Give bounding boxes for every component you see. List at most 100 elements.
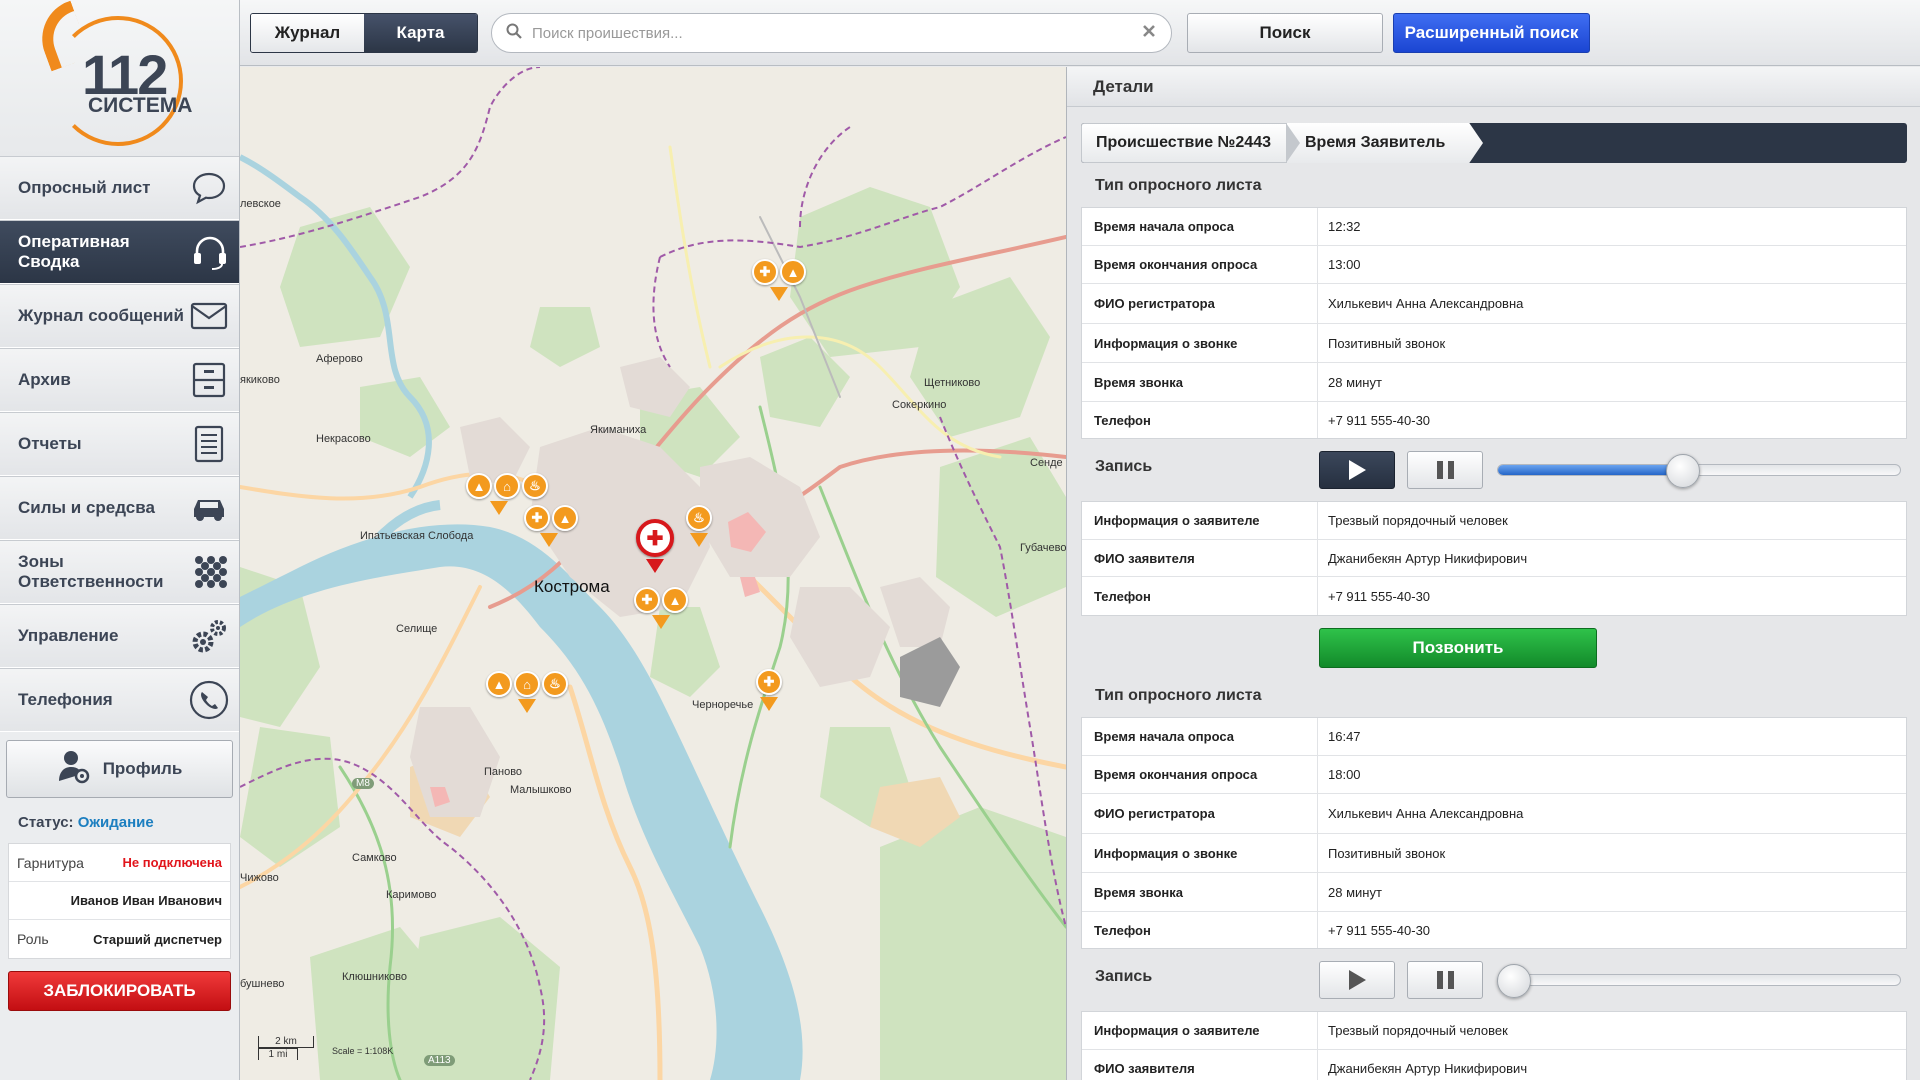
map-place: Ипатьевская Слобода — [360, 530, 474, 542]
nav-item-telephony[interactable]: Телефония — [0, 668, 239, 732]
police-icon: ▲ — [552, 505, 578, 531]
incident-marker-group[interactable]: ✚ ▲ — [524, 505, 578, 531]
table-row: Информация о звонке Позитивный звонок — [1082, 834, 1906, 873]
medical-icon: ✚ — [752, 259, 778, 285]
incident-marker-group[interactable]: ▲ ⌂ ♨ — [466, 473, 548, 499]
map-view[interactable]: левское Аферово якиково Некрасово Якиман… — [240, 67, 1066, 1080]
lock-button[interactable]: ЗАБЛОКИРОВАТЬ — [8, 971, 231, 1011]
view-toggle: Журнал Карта — [250, 13, 478, 53]
incident-marker[interactable]: ♨ — [686, 505, 712, 531]
survey-table: Время начала опроса 12:32 Время окончания… — [1081, 207, 1907, 439]
incident-marker-group[interactable]: ▲ ⌂ ♨ — [486, 671, 568, 697]
nav-item-summary[interactable]: Оперативная Сводка — [0, 220, 239, 284]
pause-icon — [1436, 461, 1443, 479]
incident-marker[interactable]: ✚ — [756, 669, 782, 695]
row-value: +7 911 555-40-30 — [1328, 588, 1431, 604]
tab-journal[interactable]: Журнал — [251, 14, 364, 52]
map-place: Сокеркино — [892, 399, 947, 411]
incident-marker-group[interactable]: ✚ ▲ — [752, 259, 806, 285]
nav-item-reports[interactable]: Отчеты — [0, 412, 239, 476]
medical-icon: ✚ — [524, 505, 550, 531]
row-key: Телефон — [1082, 402, 1318, 438]
table-row: Телефон +7 911 555-40-30 — [1082, 912, 1906, 948]
phone-icon — [189, 680, 229, 720]
tab-map[interactable]: Карта — [364, 14, 477, 52]
call-button[interactable]: Позвонить — [1319, 628, 1597, 668]
nav-label: Архив — [18, 370, 71, 389]
record-player: Запись — [1081, 955, 1907, 1003]
map-canvas — [240, 67, 1066, 1080]
record-progress-knob[interactable] — [1665, 454, 1700, 488]
profile-label: Профиль — [102, 759, 183, 778]
search-button[interactable]: Поиск — [1187, 13, 1383, 53]
record-label: Запись — [1095, 458, 1153, 475]
house-icon: ⌂ — [494, 473, 520, 499]
marker-tip — [518, 699, 536, 713]
nav-item-survey[interactable]: Опросный лист — [0, 156, 239, 220]
map-place: Черноречье — [692, 699, 754, 711]
row-key: ФИО регистратора — [1082, 794, 1318, 833]
row-value: 12:32 — [1328, 219, 1361, 234]
record-progress-track[interactable] — [1497, 974, 1901, 986]
breadcrumb-applicant[interactable]: Время Заявитель — [1287, 123, 1483, 163]
play-button[interactable] — [1319, 451, 1395, 489]
clear-icon[interactable] — [1141, 23, 1157, 44]
document-icon — [189, 424, 229, 464]
scale-km: 2 km — [258, 1036, 314, 1048]
nav-item-archive[interactable]: Архив — [0, 348, 239, 412]
nav-label: Опросный лист — [18, 178, 151, 197]
nav-label: Отчеты — [18, 434, 82, 453]
incident-marker-group[interactable]: ✚ ▲ — [634, 587, 688, 613]
record-progress-knob[interactable] — [1497, 964, 1531, 998]
map-scale: 2 km 1 mi Scale = 1:108K — [258, 1036, 393, 1060]
police-icon: ▲ — [780, 259, 806, 285]
row-value: +7 911 555-40-30 — [1328, 922, 1431, 938]
row-value: Хилькевич Анна Александровна — [1328, 806, 1524, 821]
search-box — [491, 13, 1172, 53]
nav-item-journal[interactable]: Журнал сообщений — [0, 284, 239, 348]
row-value: Позитивный звонок — [1328, 335, 1446, 351]
breadcrumb-incident[interactable]: Происшествие №2443 — [1081, 123, 1300, 163]
nav-item-management[interactable]: Управление — [0, 604, 239, 668]
road-shield: М8 — [352, 778, 374, 789]
chat-bubble-icon — [189, 168, 229, 208]
row-value: 18:00 — [1328, 767, 1361, 782]
row-key: Время звонка — [1082, 363, 1318, 401]
row-value: Хилькевич Анна Александровна — [1328, 296, 1524, 311]
archive-cabinet-icon — [189, 360, 229, 400]
table-row: Время окончания опроса 13:00 — [1082, 246, 1906, 284]
car-icon — [189, 488, 229, 528]
survey-title: Тип опросного листа — [1095, 687, 1262, 704]
map-place: левское — [240, 198, 281, 210]
pause-button[interactable] — [1407, 451, 1483, 489]
app-root: 112 СИСТЕМА Опросный лист Оперативная Св… — [0, 0, 1920, 1080]
selected-incident-marker[interactable]: ✚ — [636, 519, 674, 557]
fire-icon: ♨ — [542, 671, 568, 697]
map-place: Аферово — [316, 353, 363, 365]
marker-tip — [770, 287, 788, 301]
status-label: Статус: — [18, 814, 74, 831]
gears-icon — [189, 616, 229, 656]
role-value: Старший диспетчер — [93, 931, 222, 947]
user-settings-icon — [57, 749, 93, 790]
table-row: Время начала опроса 12:32 — [1082, 208, 1906, 246]
role-label: Роль — [17, 931, 49, 947]
row-value: 13:00 — [1328, 257, 1361, 272]
pause-button[interactable] — [1407, 961, 1483, 999]
status-line: Статус: Ожидание — [0, 798, 239, 831]
map-place: Сенде — [1030, 457, 1063, 469]
survey-title: Тип опросного листа — [1095, 177, 1262, 194]
breadcrumb: Происшествие №2443 Время Заявитель — [1081, 123, 1907, 163]
advanced-search-button[interactable]: Расширенный поиск — [1393, 13, 1590, 53]
map-place: Губачево — [1020, 542, 1066, 554]
record-label: Запись — [1095, 968, 1153, 985]
nav-item-forces[interactable]: Силы и средсва — [0, 476, 239, 540]
nav-item-zones[interactable]: Зоны Ответственности — [0, 540, 239, 604]
profile-button[interactable]: Профиль — [6, 740, 233, 798]
play-button[interactable] — [1319, 961, 1395, 999]
table-row: Информация о звонке Позитивный звонок — [1082, 324, 1906, 363]
map-place: Некрасово — [316, 433, 371, 445]
search-input[interactable] — [532, 24, 1141, 42]
table-row: Телефон +7 911 555-40-30 — [1082, 402, 1906, 438]
record-player: Запись — [1081, 445, 1907, 493]
